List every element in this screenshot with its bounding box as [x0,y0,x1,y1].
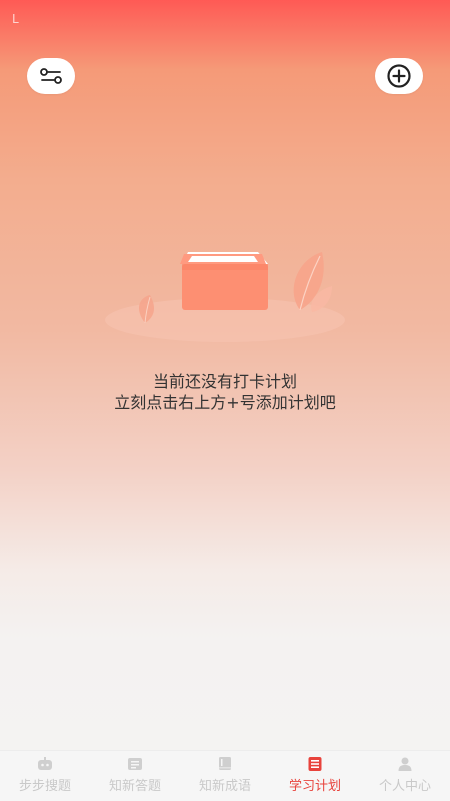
filter-settings-button[interactable] [27,58,75,94]
tab-label: 个人中心 [378,779,431,794]
add-plan-button[interactable] [375,58,423,94]
empty-state-illustration [100,240,350,350]
tab-step-search[interactable]: 步步搜题 [0,751,90,801]
empty-state-title: 当前还没有打卡计划 [152,372,297,391]
book-icon [219,757,231,770]
empty-box-icon [105,252,345,342]
robot-icon [38,757,52,770]
filter-settings-icon [40,68,62,84]
tab-label: 学习计划 [288,779,341,794]
status-bar-mark: L [12,12,19,26]
empty-state-hint: 立刻点击右上方+号添加计划吧 [114,393,336,412]
tab-idioms[interactable]: 知新成语 [180,751,270,801]
person-icon [398,757,412,771]
tab-study-plan[interactable]: 学习计划 [270,751,360,801]
tab-label: 步步搜题 [18,779,71,794]
tab-label: 知新答题 [108,779,161,794]
tab-answer[interactable]: 知新答题 [90,751,180,801]
plan-list-icon [308,757,322,771]
add-circle-icon [387,64,411,88]
tab-label: 知新成语 [198,779,251,794]
tab-profile[interactable]: 个人中心 [360,751,450,801]
bottom-tab-bar: 步步搜题 知新答题 知新成语 学习计划 个人中心 [0,750,450,801]
answer-card-icon [128,758,142,770]
